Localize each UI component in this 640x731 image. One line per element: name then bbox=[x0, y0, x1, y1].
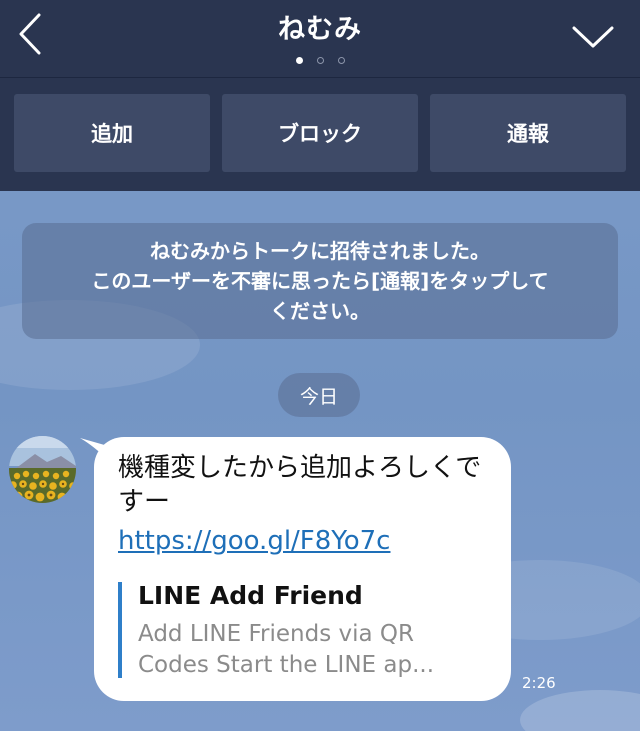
date-separator: 今日 bbox=[278, 373, 360, 417]
avatar-image bbox=[9, 436, 76, 503]
notice-line: このユーザーを不審に思ったら[通報]をタップして bbox=[91, 269, 549, 293]
background-cloud bbox=[520, 690, 640, 731]
preview-accent-bar bbox=[118, 582, 122, 678]
link-preview[interactable]: LINE Add Friend Add LINE Friends via QR … bbox=[118, 579, 498, 679]
header-title-bar: ねむみ bbox=[0, 0, 640, 78]
action-row: 追加 ブロック 通報 bbox=[0, 94, 640, 174]
notice-line: ねむみからトークに招待されました。 bbox=[150, 239, 490, 263]
message-text: 機種変したから追加よろしくですー bbox=[118, 453, 482, 517]
block-button[interactable]: ブロック bbox=[222, 94, 418, 172]
notice-line: ください。 bbox=[270, 299, 370, 323]
preview-description: Add LINE Friends via QR Codes Start the … bbox=[138, 619, 478, 681]
message-timestamp: 2:26 bbox=[522, 674, 556, 692]
chat-title: ねむみ bbox=[278, 14, 362, 45]
report-button[interactable]: 通報 bbox=[430, 94, 626, 172]
chat-header: ねむみ 追加 ブロック 通報 bbox=[0, 0, 640, 191]
page-dot bbox=[316, 56, 324, 64]
preview-title: LINE Add Friend bbox=[138, 581, 363, 610]
add-friend-button[interactable]: 追加 bbox=[14, 94, 210, 172]
preview-description-line: Codes Start the LINE ap... bbox=[138, 652, 435, 678]
page-dot-active bbox=[295, 56, 303, 64]
preview-description-line: Add LINE Friends via QR bbox=[138, 621, 414, 647]
invite-notice: ねむみからトークに招待されました。 このユーザーを不審に思ったら[通報]をタップ… bbox=[22, 223, 618, 339]
chevron-down-icon bbox=[572, 26, 614, 48]
menu-toggle-button[interactable] bbox=[566, 14, 620, 60]
message-link[interactable]: https://goo.gl/F8Yo7c bbox=[118, 524, 390, 558]
sender-avatar[interactable] bbox=[9, 436, 76, 503]
page-dot bbox=[337, 56, 345, 64]
chat-screen: ねむみ 追加 ブロック 通報 ねむみからトークに招待されました。 このユーザーを… bbox=[0, 0, 640, 731]
page-indicator bbox=[0, 55, 640, 65]
